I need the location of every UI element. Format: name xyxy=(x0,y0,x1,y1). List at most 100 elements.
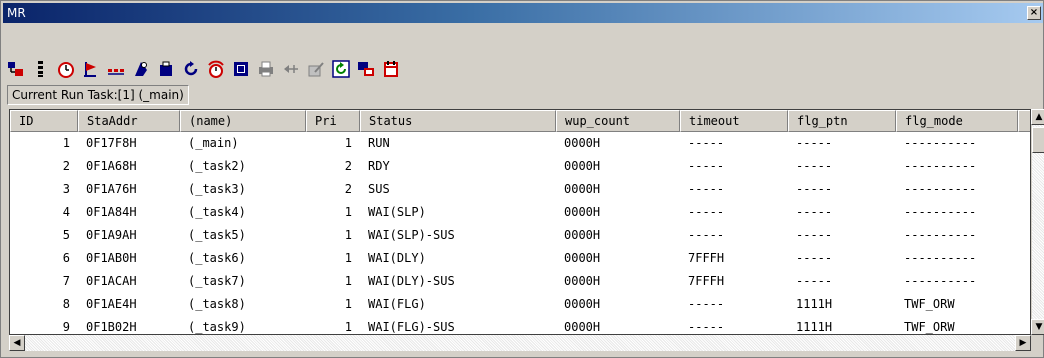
table-header: ID StaAddr (name) Pri Status wup_count t… xyxy=(10,110,1030,132)
cell-wup-count: 0000H xyxy=(564,182,601,196)
cell-flg-mode: ---------- xyxy=(904,182,977,196)
cell-pri: 1 xyxy=(344,136,352,150)
column-header-name[interactable]: (name) xyxy=(180,110,306,132)
table-row[interactable]: 9 0F1B02H (_task9) 1 WAI(FLG)-SUS 0000H ----- 1… xyxy=(10,316,1018,334)
sort-icon[interactable] xyxy=(30,58,52,80)
cell-id: 4 xyxy=(62,205,70,219)
cell-timeout: ----- xyxy=(688,320,725,334)
cell-id: 1 xyxy=(62,136,70,150)
cell-name: (_main) xyxy=(188,136,239,150)
cell-id: 9 xyxy=(62,320,70,334)
horizontal-scrollbar[interactable]: ◀ ▶ xyxy=(9,335,1031,351)
box-icon[interactable] xyxy=(230,58,252,80)
scroll-left-button[interactable]: ◀ xyxy=(9,335,25,351)
memory-pool-icon[interactable] xyxy=(155,58,177,80)
calendar-icon[interactable] xyxy=(380,58,402,80)
close-button[interactable]: × xyxy=(1027,6,1041,20)
task-table: ID StaAddr (name) Pri Status wup_count t… xyxy=(9,109,1031,335)
column-header-timeout[interactable]: timeout xyxy=(680,110,788,132)
cell-pri: 1 xyxy=(344,228,352,242)
cell-status: WAI(DLY) xyxy=(368,251,426,265)
cell-flg-ptn: ----- xyxy=(796,251,833,265)
cell-status: SUS xyxy=(368,182,390,196)
cell-wup-count: 0000H xyxy=(564,251,601,265)
cell-staaddr: 0F1B02H xyxy=(86,320,137,334)
cell-flg-ptn: ----- xyxy=(796,136,833,150)
cell-wup-count: 0000H xyxy=(564,205,601,219)
cell-flg-mode: TWF_ORW xyxy=(904,320,955,334)
cell-name: (_task9) xyxy=(188,320,246,334)
cell-wup-count: 0000H xyxy=(564,274,601,288)
cell-wup-count: 0000H xyxy=(564,136,601,150)
cell-status: WAI(SLP) xyxy=(368,205,426,219)
cell-staaddr: 0F1AB0H xyxy=(86,251,137,265)
title-bar[interactable]: MR × xyxy=(3,3,1043,23)
cell-flg-ptn: 1111H xyxy=(796,297,833,311)
table-row[interactable]: 4 0F1A84H (_task4) 1 WAI(SLP) 0000H ----- -----… xyxy=(10,201,1018,224)
cell-flg-mode: TWF_ORW xyxy=(904,297,955,311)
scroll-up-button[interactable]: ▲ xyxy=(1031,109,1044,125)
column-header-wup-count[interactable]: wup_count xyxy=(556,110,680,132)
table-row[interactable]: 8 0F1AE4H (_task8) 1 WAI(FLG) 0000H ----- 1111H… xyxy=(10,293,1018,316)
cell-timeout: ----- xyxy=(688,136,725,150)
table-body: 1 0F17F8H (_main) 1 RUN 0000H ----- ----- ------… xyxy=(10,132,1018,334)
table-row[interactable]: 7 0F1ACAH (_task7) 1 WAI(DLY)-SUS 0000H 7FFFH -… xyxy=(10,270,1018,293)
cell-status: RDY xyxy=(368,159,390,173)
cell-id: 2 xyxy=(62,159,70,173)
table-row[interactable]: 5 0F1A9AH (_task5) 1 WAI(SLP)-SUS 0000H ----- -… xyxy=(10,224,1018,247)
header-filler xyxy=(1018,110,1030,132)
flag-icon[interactable] xyxy=(80,58,102,80)
scroll-right-button[interactable]: ▶ xyxy=(1015,335,1031,351)
cell-timeout: ----- xyxy=(688,159,725,173)
monitor-icon[interactable] xyxy=(355,58,377,80)
cell-name: (_task4) xyxy=(188,205,246,219)
run-icon[interactable] xyxy=(130,58,152,80)
column-header-id[interactable]: ID xyxy=(10,110,78,132)
task-view-icon[interactable] xyxy=(5,58,27,80)
cell-wup-count: 0000H xyxy=(564,228,601,242)
cell-timeout: ----- xyxy=(688,297,725,311)
column-header-flg-mode[interactable]: flg_mode xyxy=(896,110,1018,132)
table-row[interactable]: 6 0F1AB0H (_task6) 1 WAI(DLY) 0000H 7FFFH -----… xyxy=(10,247,1018,270)
cell-flg-ptn: ----- xyxy=(796,228,833,242)
timer-icon[interactable] xyxy=(55,58,77,80)
cell-timeout: ----- xyxy=(688,182,725,196)
cell-name: (_task6) xyxy=(188,251,246,265)
cell-id: 5 xyxy=(62,228,70,242)
column-header-flg-ptn[interactable]: flg_ptn xyxy=(788,110,896,132)
vertical-scroll-thumb[interactable] xyxy=(1032,127,1044,153)
cell-staaddr: 0F1A84H xyxy=(86,205,137,219)
alarm-icon[interactable] xyxy=(205,58,227,80)
printer-icon[interactable] xyxy=(255,58,277,80)
table-row[interactable]: 2 0F1A68H (_task2) 2 RDY 0000H ----- ----- -----… xyxy=(10,155,1018,178)
column-header-status[interactable]: Status xyxy=(360,110,556,132)
cell-staaddr: 0F1A9AH xyxy=(86,228,137,242)
column-header-staaddr[interactable]: StaAddr xyxy=(78,110,180,132)
mailbox-icon[interactable] xyxy=(105,58,127,80)
cycle-icon[interactable] xyxy=(180,58,202,80)
cell-flg-mode: ---------- xyxy=(904,159,977,173)
cell-name: (_task3) xyxy=(188,182,246,196)
cell-name: (_task2) xyxy=(188,159,246,173)
mr-window: MR × Current Run Task:[1] (_main) ID Sta… xyxy=(0,0,1044,358)
table-row[interactable]: 1 0F17F8H (_main) 1 RUN 0000H ----- ----- ------… xyxy=(10,132,1018,155)
cell-wup-count: 0000H xyxy=(564,320,601,334)
cell-id: 8 xyxy=(62,297,70,311)
table-row[interactable]: 3 0F1A76H (_task3) 2 SUS 0000H ----- ----- -----… xyxy=(10,178,1018,201)
cell-flg-mode: ---------- xyxy=(904,205,977,219)
arrow-icon[interactable] xyxy=(280,58,302,80)
cell-name: (_task7) xyxy=(188,274,246,288)
cell-flg-mode: ---------- xyxy=(904,136,977,150)
cell-status: WAI(SLP)-SUS xyxy=(368,228,455,242)
cell-timeout: ----- xyxy=(688,228,725,242)
window-title: MR xyxy=(7,6,26,20)
cell-pri: 1 xyxy=(344,205,352,219)
vertical-scrollbar[interactable]: ▲ ▼ xyxy=(1031,109,1044,335)
edit-icon[interactable] xyxy=(305,58,327,80)
column-header-pri[interactable]: Pri xyxy=(306,110,360,132)
scroll-down-button[interactable]: ▼ xyxy=(1031,319,1044,335)
cell-id: 7 xyxy=(62,274,70,288)
cell-flg-ptn: ----- xyxy=(796,274,833,288)
refresh-icon[interactable] xyxy=(330,58,352,80)
cell-staaddr: 0F1AE4H xyxy=(86,297,137,311)
